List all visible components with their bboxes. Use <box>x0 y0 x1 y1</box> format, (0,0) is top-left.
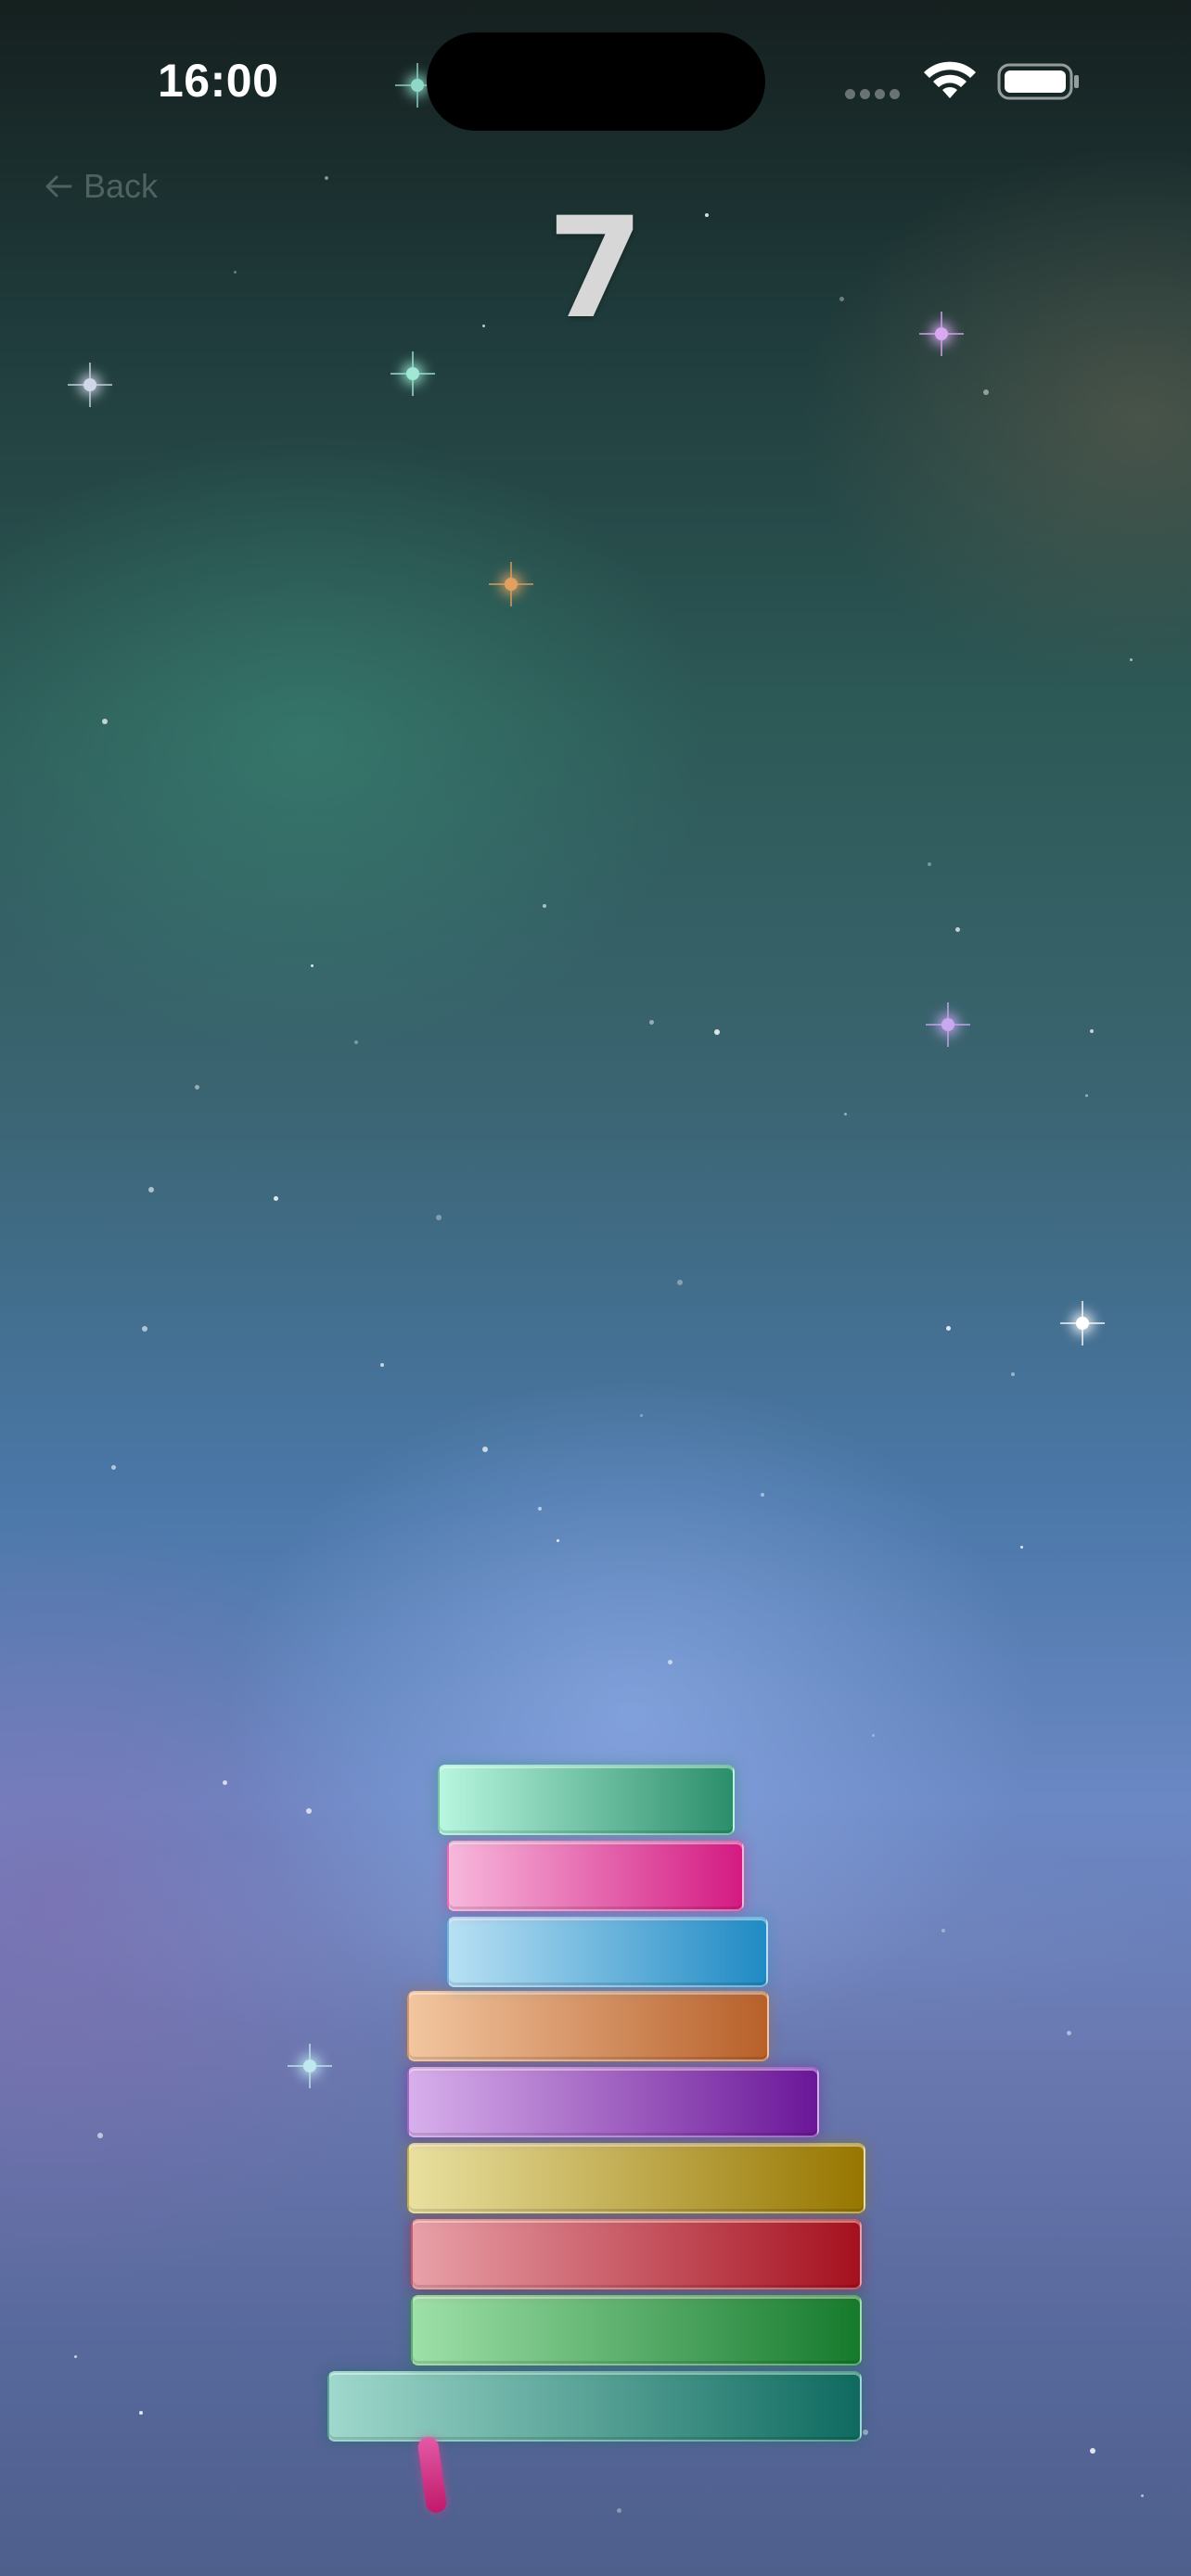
dynamic-island <box>427 32 765 131</box>
star <box>538 1507 542 1511</box>
star <box>668 1660 672 1664</box>
block-purple <box>407 2067 819 2137</box>
block-green <box>411 2295 862 2366</box>
star <box>677 1280 683 1285</box>
star <box>617 2508 621 2513</box>
star <box>714 1029 720 1035</box>
star <box>872 1734 875 1737</box>
sparkle-star-icon <box>288 2044 332 2088</box>
star <box>928 862 931 866</box>
block-orange <box>407 1991 769 2061</box>
star <box>111 1465 116 1470</box>
star <box>1090 2448 1095 2454</box>
star <box>761 1493 764 1497</box>
sparkle-star-icon <box>68 363 112 407</box>
star <box>1090 1029 1094 1033</box>
block-blue <box>447 1917 768 1987</box>
arrow-left-icon <box>45 175 72 198</box>
battery-icon <box>997 63 1079 100</box>
star <box>97 2133 103 2138</box>
status-time: 16:00 <box>158 55 279 107</box>
star <box>557 1539 559 1542</box>
block-red <box>411 2219 862 2289</box>
star <box>436 1215 442 1220</box>
block-pink <box>447 1841 744 1911</box>
cellular-signal-icon <box>845 89 900 99</box>
star <box>1141 2494 1144 2497</box>
star <box>983 389 989 395</box>
star <box>223 1780 227 1785</box>
star <box>844 1113 847 1116</box>
sparkle-star-icon <box>391 351 435 396</box>
sparkle-star-icon <box>489 562 533 606</box>
star <box>142 1326 147 1332</box>
block-teal-base <box>327 2371 862 2442</box>
star <box>195 1085 199 1090</box>
star <box>1067 2031 1071 2035</box>
star <box>354 1040 358 1044</box>
star <box>74 2355 77 2358</box>
star <box>102 719 108 724</box>
star <box>640 1414 643 1417</box>
star <box>1020 1546 1023 1549</box>
star <box>380 1363 384 1367</box>
star <box>311 964 314 967</box>
star <box>148 1187 154 1192</box>
star <box>863 2429 868 2435</box>
star <box>139 2411 143 2415</box>
wifi-icon <box>924 61 976 98</box>
star <box>1130 658 1133 661</box>
star <box>1011 1372 1015 1376</box>
sparkle-star-icon <box>1060 1301 1105 1345</box>
star <box>543 904 546 908</box>
block-mint-top <box>438 1765 735 1835</box>
block-yellow <box>407 2143 865 2213</box>
star <box>946 1326 951 1331</box>
star <box>649 1020 654 1025</box>
star <box>955 927 960 932</box>
score-counter: 7 <box>546 188 645 350</box>
star <box>325 176 328 180</box>
star <box>1085 1094 1088 1097</box>
star <box>482 1447 488 1452</box>
star <box>306 1808 312 1814</box>
star <box>941 1929 945 1932</box>
star <box>274 1196 278 1201</box>
sparkle-star-icon <box>926 1002 970 1047</box>
dropping-piece <box>416 2435 448 2515</box>
